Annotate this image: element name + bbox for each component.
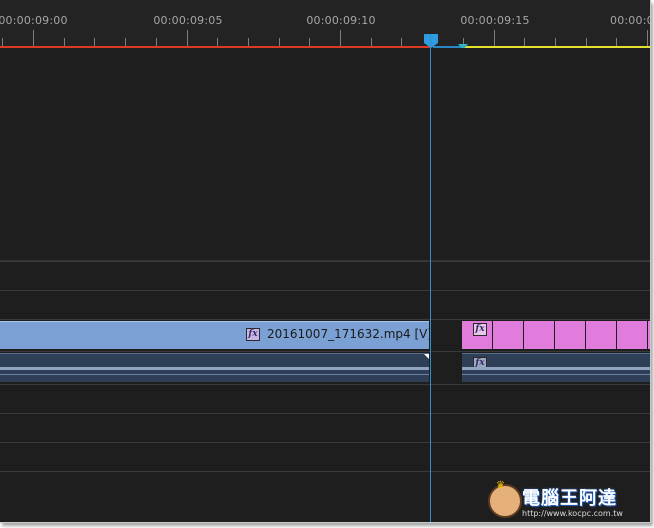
audio-waveform-baseline [462, 374, 650, 375]
timecode-label: 00:00:09: [610, 14, 650, 27]
ruler-tick [279, 38, 280, 46]
clip-end-marker-icon [424, 354, 429, 359]
time-ruler[interactable]: 00:00:09:00 00:00:09:05 00:00:09:10 00:0… [0, 0, 650, 50]
timecode-label: 00:00:09:10 [306, 14, 376, 27]
mascot-face-icon [488, 484, 522, 518]
track-divider [0, 384, 650, 385]
track-divider [0, 351, 650, 352]
frame-divider [585, 321, 586, 349]
playhead-line[interactable] [430, 34, 431, 522]
track-divider [0, 471, 650, 472]
audio-clip[interactable]: fx [462, 353, 650, 382]
audio-waveform [0, 367, 429, 370]
watermark-title: 電腦王阿達 [522, 488, 617, 509]
track-divider [0, 290, 650, 291]
ruler-tick [187, 30, 188, 46]
ruler-tick [156, 38, 157, 46]
ruler-tick [64, 38, 65, 46]
timecode-label: 00:00:09:00 [0, 14, 68, 27]
timecode-label: 00:00:09:15 [460, 14, 530, 27]
audio-waveform [462, 367, 650, 370]
ruler-tick [586, 38, 587, 46]
track-divider [0, 442, 650, 443]
track-divider [0, 413, 650, 414]
ruler-tick [340, 30, 341, 46]
ruler-tick [125, 38, 126, 46]
ruler-tick [494, 30, 495, 46]
ruler-tick [371, 38, 372, 46]
crown-icon: ♛ [496, 480, 505, 491]
video-clip[interactable]: fx 20161007_171632.mp4 [V] [0, 321, 433, 349]
fx-badge-icon[interactable]: fx [473, 323, 487, 336]
playhead-handle-icon[interactable] [424, 34, 438, 43]
track-empty-area[interactable] [0, 48, 650, 261]
frame-divider [647, 321, 648, 349]
timeline-panel: 00:00:09:00 00:00:09:05 00:00:09:10 00:0… [0, 0, 651, 523]
watermark-url: http://www.kocpc.com.tw [522, 509, 623, 518]
track-divider [0, 319, 650, 320]
ruler-tick [248, 38, 249, 46]
ruler-tick [309, 38, 310, 46]
ruler-tick [401, 38, 402, 46]
fx-badge-icon[interactable]: fx [246, 328, 260, 341]
ruler-tick [217, 38, 218, 46]
ruler-tick [616, 38, 617, 46]
adjustment-layer-clip[interactable]: fx [462, 321, 650, 349]
watermark-logo: ♛ 電腦王阿達 http://www.kocpc.com.tw [478, 480, 648, 522]
ruler-tick [524, 38, 525, 46]
ruler-tick [94, 38, 95, 46]
ruler-tick [555, 38, 556, 46]
frame-divider [554, 321, 555, 349]
timecode-label: 00:00:09:05 [153, 14, 223, 27]
ruler-tick [33, 30, 34, 46]
audio-clip[interactable] [0, 353, 429, 382]
frame-divider [492, 321, 493, 349]
track-divider [0, 261, 650, 262]
ruler-tick [2, 38, 3, 46]
audio-waveform-baseline [0, 374, 429, 375]
frame-divider [616, 321, 617, 349]
frame-divider [523, 321, 524, 349]
ruler-tick [647, 30, 648, 46]
clip-name-label: 20161007_171632.mp4 [V] [267, 327, 433, 341]
